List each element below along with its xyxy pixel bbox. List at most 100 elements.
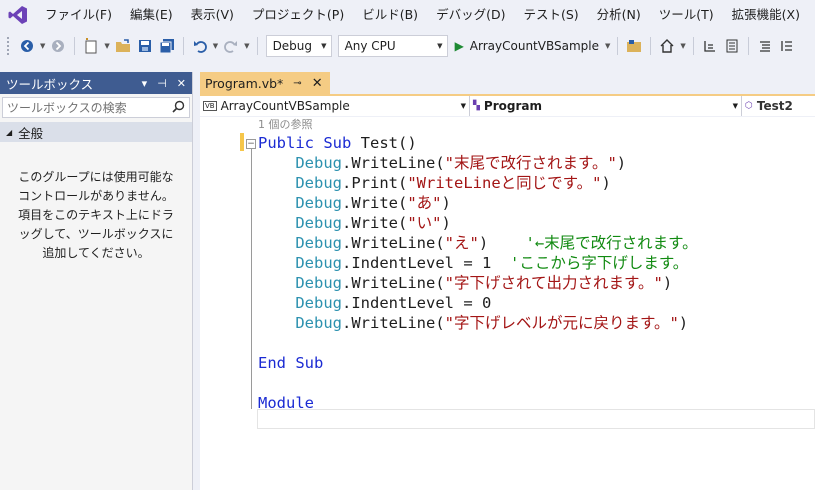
home-icon[interactable] xyxy=(657,35,677,57)
visual-studio-logo-icon[interactable] xyxy=(0,0,36,30)
save-icon[interactable] xyxy=(135,35,155,57)
code-editor[interactable]: − 1 個の参照 Public Sub Test() Debug.WriteLi… xyxy=(200,117,815,490)
toolbar-separator xyxy=(74,37,76,55)
browser-link-icon[interactable] xyxy=(624,35,644,57)
standard-toolbar: ▼ ▼ ▼ ▼ Debug ▼ Any CPU ▼ ▶ ArrayCountVB… xyxy=(0,30,815,62)
collapse-icon[interactable]: − xyxy=(246,139,256,149)
toolbar-grip[interactable] xyxy=(6,36,10,56)
tab-program-vb[interactable]: Program.vb* ⊸ ✕ xyxy=(200,72,330,94)
toolbox-title-bar[interactable]: ツールボックス ▾ ⊣ ✕ xyxy=(0,72,192,94)
menu-bar: ファイル(F) 編集(E) 表示(V) プロジェクト(P) ビルド(B) デバッ… xyxy=(0,0,815,30)
type-name: Debug xyxy=(295,314,342,332)
code-lens-references[interactable]: 1 個の参照 xyxy=(258,117,698,133)
project-dropdown[interactable]: VB ArrayCountVBSample ▼ xyxy=(200,96,470,116)
code-line: Debug.IndentLevel = 0 xyxy=(258,293,698,313)
pin-tab-icon[interactable]: ⊸ xyxy=(293,78,301,89)
code-comment: '←末尾で改行されます。 xyxy=(525,234,698,252)
window-position-dropdown-icon[interactable]: ▾ xyxy=(142,77,148,90)
tab-label: Program.vb* xyxy=(205,75,284,91)
code-text-segment: ) xyxy=(616,154,627,172)
navigate-back-icon[interactable] xyxy=(17,35,37,57)
code-text-segment: .IndentLevel = 0 xyxy=(342,294,492,312)
member-dropdown-value: Test2 xyxy=(756,99,793,113)
redo-dropdown-icon[interactable]: ▼ xyxy=(244,42,249,50)
class-dropdown-value: Program xyxy=(483,99,542,113)
member-dropdown[interactable]: ⬡ Test2 xyxy=(742,96,815,116)
code-text-segment: .WriteLine( xyxy=(342,274,445,292)
new-project-dropdown-icon[interactable]: ▼ xyxy=(104,42,109,50)
start-debugging-button[interactable]: ▶ ArrayCountVBSample xyxy=(451,35,603,57)
chevron-down-icon: ▼ xyxy=(732,102,738,110)
search-icon[interactable] xyxy=(172,100,185,116)
close-tab-icon[interactable]: ✕ xyxy=(312,76,323,91)
bookmark-icon[interactable] xyxy=(722,35,742,57)
code-text-segment: ) xyxy=(441,214,451,232)
code-line: Debug.WriteLine("字下げレベルが元に戻ります。") xyxy=(258,313,698,333)
code-line: Module xyxy=(258,393,698,413)
code-line: End Sub xyxy=(258,353,698,373)
uncomment-lines-icon[interactable] xyxy=(777,35,797,57)
undo-icon[interactable] xyxy=(190,35,210,57)
redo-icon[interactable] xyxy=(221,35,241,57)
menu-debug[interactable]: デバッグ(D) xyxy=(427,0,514,30)
class-dropdown[interactable]: ▚ Program ▼ xyxy=(470,96,742,116)
menu-view[interactable]: 表示(V) xyxy=(182,0,243,30)
menu-tools[interactable]: ツール(T) xyxy=(650,0,723,30)
type-name: Debug xyxy=(295,254,342,272)
menu-extensions[interactable]: 拡張機能(X) xyxy=(723,0,809,30)
navigate-back-dropdown-icon[interactable]: ▼ xyxy=(40,42,45,50)
type-name: Debug xyxy=(295,214,342,232)
code-line: Debug.IndentLevel = 1 'ここから字下げします。 xyxy=(258,253,698,273)
toolbox-splitter[interactable] xyxy=(193,72,200,490)
type-name: Debug xyxy=(295,294,342,312)
code-line: Debug.WriteLine("末尾で改行されます。") xyxy=(258,153,698,173)
code-text-segment: ) xyxy=(678,314,689,332)
comment-lines-icon[interactable] xyxy=(755,35,775,57)
menu-test[interactable]: テスト(S) xyxy=(514,0,587,30)
code-text-segment: .WriteLine( xyxy=(342,154,445,172)
solution-platform-value: Any CPU xyxy=(344,39,396,53)
home-dropdown-icon[interactable]: ▼ xyxy=(680,42,685,50)
keyword: End Sub xyxy=(258,354,324,372)
toolbox-search-input[interactable]: ツールボックスの検索 xyxy=(2,97,190,118)
code-text-segment: .WriteLine( xyxy=(342,314,445,332)
toolbox-group-general[interactable]: ◢ 全般 xyxy=(0,122,192,142)
unsaved-change-marker xyxy=(240,133,244,151)
solution-platform-select[interactable]: Any CPU ▼ xyxy=(337,35,448,57)
string-literal: "字下げされて出力されます。" xyxy=(444,274,663,292)
code-text-segment: .Write( xyxy=(342,214,408,232)
toolbox-empty-message: このグループには使用可能なコントロールがありません。項目をこのテキスト上にドラッ… xyxy=(18,170,174,260)
step-into-icon[interactable] xyxy=(700,35,720,57)
open-folder-icon[interactable] xyxy=(113,35,133,57)
close-icon[interactable]: ✕ xyxy=(177,77,186,90)
code-text-segment: Test() xyxy=(351,134,417,152)
toolbox-search-placeholder: ツールボックスの検索 xyxy=(7,101,127,115)
string-literal: "WriteLineと同じです。" xyxy=(407,174,602,192)
new-project-icon[interactable] xyxy=(81,35,101,57)
solution-configuration-value: Debug xyxy=(272,39,313,53)
code-text-segment: ) xyxy=(601,174,611,192)
code-line: Debug.WriteLine("え") '←末尾で改行されます。 xyxy=(258,233,698,253)
save-all-icon[interactable] xyxy=(157,35,177,57)
start-dropdown-icon[interactable]: ▼ xyxy=(605,42,610,50)
toolbar-separator xyxy=(650,37,652,55)
caret-down-icon: ◢ xyxy=(6,127,13,137)
menu-analyze[interactable]: 分析(N) xyxy=(588,0,650,30)
keyword: Public Sub xyxy=(258,134,352,152)
code-text-segment: .IndentLevel = 1 xyxy=(342,254,492,272)
menu-build[interactable]: ビルド(B) xyxy=(353,0,427,30)
undo-dropdown-icon[interactable]: ▼ xyxy=(213,42,218,50)
code-text-segment: ) xyxy=(441,194,451,212)
code-line: Public Sub Test() xyxy=(258,133,698,153)
code-text[interactable]: 1 個の参照 Public Sub Test() Debug.WriteLine… xyxy=(258,117,698,413)
menu-file[interactable]: ファイル(F) xyxy=(36,0,121,30)
navigate-forward-icon[interactable] xyxy=(48,35,68,57)
toolbar-separator xyxy=(617,37,619,55)
string-literal: "あ" xyxy=(407,194,442,212)
string-literal: "い" xyxy=(407,214,442,232)
menu-project[interactable]: プロジェクト(P) xyxy=(243,0,353,30)
pin-icon[interactable]: ⊣ xyxy=(157,77,167,90)
menu-edit[interactable]: 編集(E) xyxy=(121,0,182,30)
solution-configuration-select[interactable]: Debug ▼ xyxy=(265,35,332,57)
